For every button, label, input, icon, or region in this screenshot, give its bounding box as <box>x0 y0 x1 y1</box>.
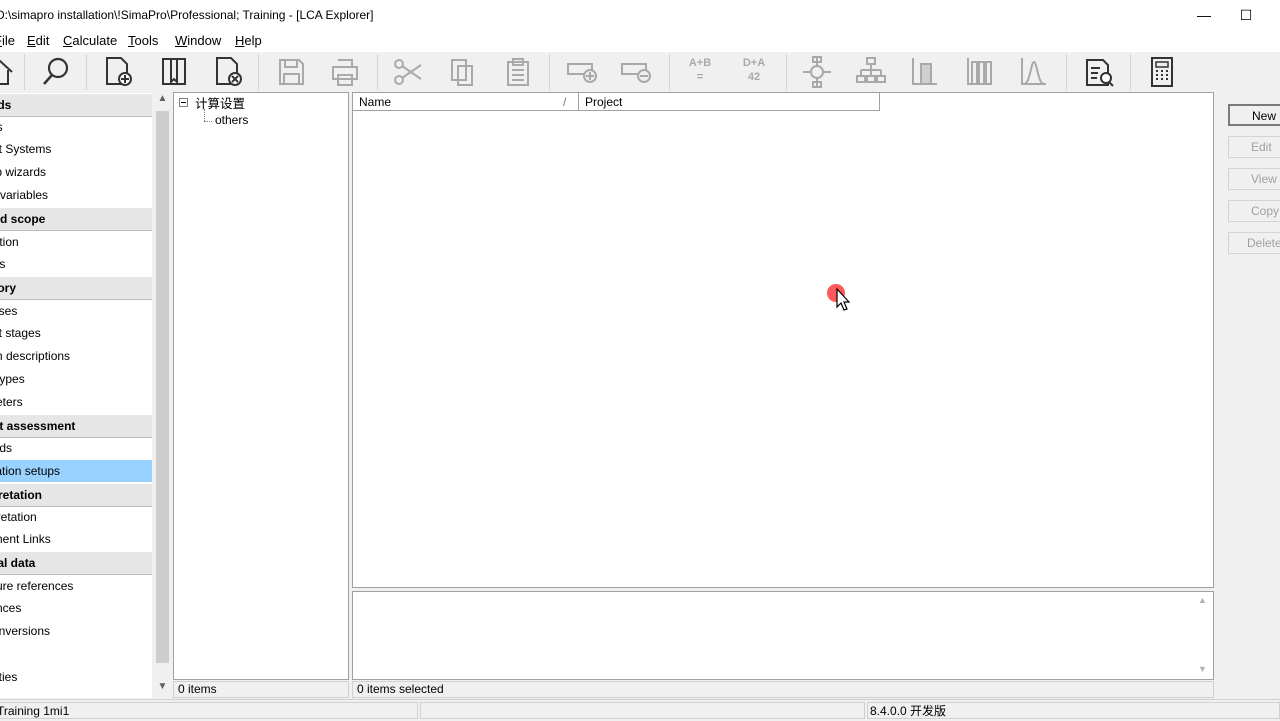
da42-text[interactable]: D+A 42 <box>736 56 772 84</box>
paste-icon[interactable] <box>500 54 536 90</box>
delete-button[interactable]: Delete <box>1228 232 1280 254</box>
lca-explorer-nav: ardsrdsuct Systemslop wizardsrd variable… <box>0 93 152 698</box>
scroll-up-icon[interactable]: ▲ <box>154 93 171 104</box>
menu-edit[interactable]: Edit <box>27 33 49 48</box>
tree-status: 0 items <box>173 681 349 698</box>
new-document-icon[interactable] <box>100 54 136 90</box>
list-status: 0 items selected <box>352 681 1214 698</box>
nav-item-develop-wizards[interactable]: lop wizards <box>0 161 152 183</box>
nav-item-system-descriptions[interactable]: em descriptions <box>0 345 152 367</box>
nav-section-wizards[interactable]: ards <box>0 93 152 117</box>
detail-scroll-up-icon[interactable]: ▲ <box>1198 595 1207 605</box>
remove-row-icon[interactable] <box>618 54 654 90</box>
status-project: Training 1mi1 <box>0 702 418 719</box>
menu-help[interactable]: Help <box>235 33 262 48</box>
nav-item-interpretation[interactable]: rpretation <box>0 506 152 528</box>
minimize-button[interactable]: — <box>1184 4 1224 26</box>
tree-root-node[interactable]: 计算设置 <box>195 93 245 112</box>
nav-item-processes[interactable]: esses <box>0 300 152 322</box>
mouse-cursor <box>826 283 852 316</box>
bars-icon[interactable] <box>962 54 998 90</box>
nav-section-interpretation[interactable]: rpretation <box>0 483 152 507</box>
title-bar: D:\simapro installation\!SimaPro\Profess… <box>0 0 1280 30</box>
cut-icon[interactable] <box>390 54 426 90</box>
print-icon[interactable] <box>327 54 363 90</box>
nav-section-general-data[interactable]: eral data <box>0 551 152 575</box>
save-icon[interactable] <box>273 54 309 90</box>
nav-item-substances[interactable]: tances <box>0 597 152 619</box>
nav-section-goal-and-scope[interactable]: and scope <box>0 207 152 231</box>
ab-compare-text[interactable]: A+B = <box>682 56 718 84</box>
nav-item-parameters[interactable]: meters <box>0 391 152 413</box>
nav-item-literature-references[interactable]: ature references <box>0 575 152 597</box>
menu-window[interactable]: Window <box>175 33 221 48</box>
calculator-icon[interactable] <box>1144 54 1180 90</box>
distribution-icon[interactable] <box>1016 54 1052 90</box>
nav-item-quantities[interactable]: ntities <box>0 666 152 688</box>
delete-document-icon[interactable] <box>210 54 246 90</box>
detail-scroll-down-icon[interactable]: ▼ <box>1198 664 1207 674</box>
nav-section-impact-assessment[interactable]: act assessment <box>0 414 152 438</box>
nav-item-product-stages[interactable]: uct stages <box>0 322 152 344</box>
nav-item-waste-types[interactable]: e types <box>0 368 152 390</box>
nav-item-description[interactable]: ription <box>0 231 152 253</box>
scroll-down-icon[interactable]: ▼ <box>154 681 171 692</box>
status-version: 8.4.0.0 开发版 <box>867 702 1280 719</box>
menu-file[interactable]: File <box>0 33 15 48</box>
copy-icon[interactable] <box>444 54 480 90</box>
window-title: D:\simapro installation\!SimaPro\Profess… <box>0 8 374 22</box>
copy-button[interactable]: Copy <box>1228 200 1280 222</box>
add-row-icon[interactable] <box>564 54 600 90</box>
column-project-label: Project <box>585 95 623 109</box>
nav-item-document-links[interactable]: ument Links <box>0 528 152 550</box>
single-score-icon[interactable] <box>907 54 943 90</box>
nav-item-calculation-setups[interactable]: ulation setups <box>0 460 152 482</box>
nav-item-units[interactable]: s <box>0 643 152 665</box>
new-button[interactable]: New <box>1228 104 1280 126</box>
nav-item-unit-conversions[interactable]: conversions <box>0 620 152 642</box>
status-bar: Training 1mi1 8.4.0.0 开发版 <box>0 699 1280 721</box>
report-icon[interactable] <box>1080 54 1116 90</box>
menu-calculate[interactable]: Calculate <box>63 33 117 48</box>
search-icon[interactable] <box>38 54 74 90</box>
tree-icon[interactable] <box>853 54 889 90</box>
collapse-toggle[interactable] <box>179 98 188 107</box>
open-book-icon[interactable] <box>156 54 192 90</box>
nav-item-libraries[interactable]: ries <box>0 253 152 275</box>
detail-pane: ▲ ▼ <box>352 591 1214 680</box>
menu-bar: File Edit Calculate Tools Window Help <box>0 30 1280 52</box>
nav-section-inventory[interactable]: ntory <box>0 276 152 300</box>
category-tree: 计算设置 others <box>173 92 349 680</box>
network-icon[interactable] <box>799 54 835 90</box>
nav-item-wizards[interactable]: rds <box>0 116 152 138</box>
sort-indicator-icon: / <box>563 95 567 109</box>
status-empty <box>420 702 865 719</box>
nav-scrollbar[interactable]: ▲ ▼ <box>154 93 171 698</box>
edit-button[interactable]: Edit <box>1228 136 1280 158</box>
calculation-setups-list[interactable]: Name / Project <box>352 92 1214 588</box>
column-header-project[interactable]: Project <box>579 93 880 111</box>
nav-item-methods[interactable]: hods <box>0 437 152 459</box>
nav-item-wizard-variables[interactable]: rd variables <box>0 184 152 206</box>
tree-node-others[interactable]: others <box>215 113 248 127</box>
nav-item-product-systems[interactable]: uct Systems <box>0 138 152 160</box>
column-name-label: Name <box>359 95 392 109</box>
menu-tools[interactable]: Tools <box>128 33 158 48</box>
home-icon[interactable] <box>0 54 18 90</box>
maximize-button[interactable]: ☐ <box>1226 4 1266 26</box>
scroll-thumb[interactable] <box>156 111 169 663</box>
toolbar: A+B = D+A 42 <box>0 52 1280 92</box>
view-button[interactable]: View <box>1228 168 1280 190</box>
column-header-name[interactable]: Name / <box>353 93 579 111</box>
